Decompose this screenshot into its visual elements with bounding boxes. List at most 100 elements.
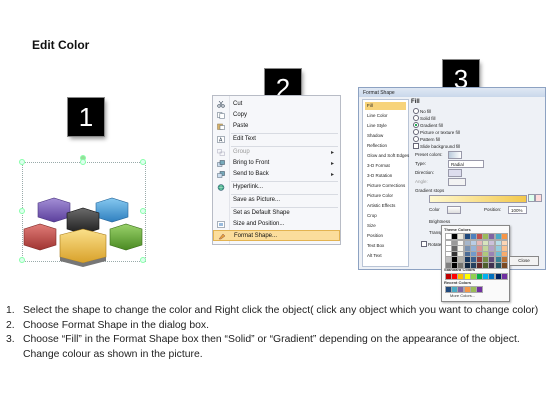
theme-colors-heading: Theme Colors bbox=[444, 227, 471, 232]
more-colors-link[interactable]: More Colors... bbox=[450, 293, 475, 298]
menu-item-paste[interactable]: Paste bbox=[213, 121, 340, 132]
category-shadow[interactable]: Shadow bbox=[365, 132, 406, 140]
page-title: Edit Color bbox=[32, 38, 90, 52]
type-select[interactable]: Radial bbox=[448, 160, 484, 168]
instruction-step: 2. Choose Format Shape in the dialog box. bbox=[6, 319, 209, 331]
remove-stop-button[interactable] bbox=[535, 194, 542, 202]
hexagon-red bbox=[23, 223, 57, 251]
step-badge-1: 1 bbox=[68, 98, 104, 136]
color-swatch[interactable] bbox=[476, 286, 483, 293]
menu-item-copy[interactable]: Copy bbox=[213, 110, 340, 121]
direction-label: Direction: bbox=[415, 170, 435, 175]
dialog-title-bar: Format Shape bbox=[359, 88, 545, 97]
category-alt-text[interactable]: Alt Text bbox=[365, 252, 406, 260]
category-text-box[interactable]: Text Box bbox=[365, 242, 406, 250]
color-picker-button[interactable] bbox=[447, 206, 461, 214]
scissors-icon bbox=[217, 101, 225, 108]
add-stop-button[interactable] bbox=[528, 194, 535, 202]
color-label: Color bbox=[429, 207, 440, 212]
hexagon-green bbox=[109, 223, 143, 251]
instruction-step: 1. Select the shape to change the color a… bbox=[6, 305, 539, 316]
category-crop[interactable]: Crop bbox=[365, 212, 406, 220]
menu-item-format-shape[interactable]: Format Shape... bbox=[213, 230, 340, 241]
menu-item-cut[interactable]: Cut bbox=[213, 99, 340, 110]
fill-option-solid[interactable]: Solid fill bbox=[413, 115, 436, 121]
color-swatch[interactable] bbox=[500, 262, 508, 269]
radio-icon bbox=[413, 108, 419, 114]
menu-item-edit-text[interactable]: A Edit Text bbox=[213, 134, 340, 145]
selection-handle[interactable] bbox=[80, 159, 86, 165]
hexagon-blue bbox=[95, 197, 129, 223]
size-position-icon bbox=[217, 221, 225, 228]
gradient-stops-bar[interactable] bbox=[429, 195, 527, 203]
category-line-color[interactable]: Line Color bbox=[365, 112, 406, 120]
hyperlink-icon bbox=[217, 184, 225, 191]
close-button[interactable]: Close bbox=[509, 256, 539, 266]
menu-item-set-default-shape[interactable]: Set as Default Shape bbox=[213, 208, 340, 219]
angle-label: Angle: bbox=[415, 179, 428, 184]
menu-item-label: Group bbox=[233, 149, 250, 155]
bring-front-icon bbox=[217, 160, 225, 167]
type-label: Type: bbox=[415, 161, 427, 166]
category-picture-corrections[interactable]: Picture Corrections bbox=[365, 182, 406, 190]
fill-option-pattern[interactable]: Pattern fill bbox=[413, 136, 440, 142]
category-glow[interactable]: Glow and Soft Edges bbox=[365, 152, 409, 160]
position-input[interactable]: 100% bbox=[508, 206, 527, 214]
recent-colors-heading: Recent Colors bbox=[444, 280, 472, 285]
category-picture-color[interactable]: Picture Color bbox=[365, 192, 406, 200]
menu-item-label: Size and Position... bbox=[233, 221, 285, 227]
radio-icon bbox=[413, 115, 419, 121]
menu-item-size-position[interactable]: Size and Position... bbox=[213, 219, 340, 230]
selection-handle[interactable] bbox=[140, 159, 146, 165]
menu-item-send-to-back[interactable]: Send to Back ▸ bbox=[213, 169, 340, 180]
fill-option-no-fill[interactable]: No fill bbox=[413, 108, 431, 114]
send-back-icon bbox=[217, 171, 225, 178]
direction-dropdown[interactable] bbox=[448, 169, 462, 177]
category-3d-format[interactable]: 3-D Format bbox=[365, 162, 406, 170]
context-menu: Cut Copy Paste A Edit Text Group ▸ Bring… bbox=[212, 95, 341, 245]
menu-item-label: Cut bbox=[233, 101, 243, 107]
paste-icon bbox=[217, 123, 225, 130]
angle-input[interactable] bbox=[448, 178, 466, 186]
hexagon-purple bbox=[37, 197, 71, 223]
fill-option-picture[interactable]: Picture or texture fill bbox=[413, 129, 460, 135]
selection-handle[interactable] bbox=[19, 159, 25, 165]
preset-colors-label: Preset colors: bbox=[415, 152, 443, 157]
category-line-style[interactable]: Line Style bbox=[365, 122, 406, 130]
color-swatch[interactable] bbox=[500, 273, 508, 280]
rotate-checkbox[interactable]: Rotate bbox=[421, 241, 441, 247]
menu-item-label: Save as Picture... bbox=[233, 197, 281, 203]
menu-item-label: Bring to Front bbox=[233, 160, 270, 166]
radio-icon bbox=[413, 136, 419, 142]
gradient-stops-label: Gradient stops bbox=[415, 188, 445, 193]
hexagon-yellow bbox=[59, 228, 107, 264]
checkbox-icon bbox=[413, 143, 419, 149]
edit-text-icon: A bbox=[217, 136, 225, 143]
menu-item-group[interactable]: Group ▸ bbox=[213, 147, 340, 158]
group-icon bbox=[217, 149, 225, 156]
slide-background-checkbox[interactable]: Slide background fill bbox=[413, 143, 460, 149]
submenu-arrow-icon: ▸ bbox=[330, 161, 334, 167]
hexagon-cluster-shape[interactable] bbox=[20, 195, 146, 275]
radio-selected-icon bbox=[413, 122, 419, 128]
menu-item-bring-to-front[interactable]: Bring to Front ▸ bbox=[213, 158, 340, 169]
preset-colors-dropdown[interactable] bbox=[448, 151, 462, 159]
category-artistic-effects[interactable]: Artistic Effects bbox=[365, 202, 406, 210]
category-reflection[interactable]: Reflection bbox=[365, 142, 406, 150]
category-size[interactable]: Size bbox=[365, 222, 406, 230]
menu-item-label: Copy bbox=[233, 112, 248, 118]
menu-item-label: Edit Text bbox=[233, 136, 256, 142]
category-3d-rotation[interactable]: 3-D Rotation bbox=[365, 172, 406, 180]
copy-icon bbox=[217, 112, 225, 119]
dialog-title: Format Shape bbox=[363, 90, 395, 96]
fill-option-gradient[interactable]: Gradient fill bbox=[413, 122, 443, 128]
category-fill[interactable]: Fill bbox=[365, 102, 406, 110]
position-label: Position: bbox=[484, 207, 502, 212]
menu-item-hyperlink[interactable]: Hyperlink... bbox=[213, 182, 340, 193]
menu-item-label: Send to Back bbox=[233, 171, 269, 177]
category-position[interactable]: Position bbox=[365, 232, 406, 240]
dialog-category-list: Fill Line Color Line Style Shadow Reflec… bbox=[362, 99, 409, 267]
instructions-list: 1. Select the shape to change the color a… bbox=[6, 304, 554, 362]
menu-item-label: Hyperlink... bbox=[233, 184, 264, 190]
menu-item-save-as-picture[interactable]: Save as Picture... bbox=[213, 195, 340, 206]
